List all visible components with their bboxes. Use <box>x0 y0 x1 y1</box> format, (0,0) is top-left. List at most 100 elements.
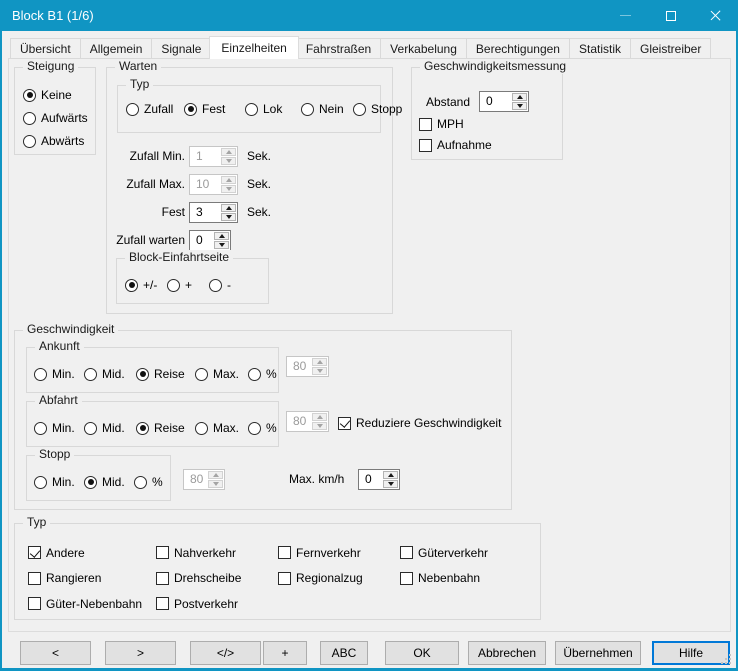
tab-verkabelung[interactable]: Verkabelung <box>381 38 467 59</box>
spinner-up-icon[interactable] <box>383 471 398 479</box>
radio-nein[interactable]: Nein <box>301 102 344 116</box>
spinner-down-icon[interactable] <box>208 480 223 488</box>
footer-button-hilfe[interactable]: Hilfe <box>652 641 730 665</box>
checkbox-drehscheibe[interactable]: Drehscheibe <box>156 571 278 585</box>
checkbox-rangieren[interactable]: Rangieren <box>28 571 156 585</box>
tab-allgemein[interactable]: Allgemein <box>81 38 153 59</box>
tab-signale[interactable]: Signale <box>152 38 211 59</box>
checkbox-güterverkehr[interactable]: Güterverkehr <box>400 546 488 560</box>
radio-stopp[interactable]: Stopp <box>353 102 402 116</box>
spinner-up-icon[interactable] <box>312 358 327 366</box>
radio-lok[interactable]: Lok <box>245 102 282 116</box>
checkbox-güter-nebenbahn[interactable]: Güter-Nebenbahn <box>28 597 156 611</box>
group-warten-label: Warten <box>115 59 161 74</box>
footer-button-+[interactable]: + <box>263 641 307 665</box>
spinner-down-icon[interactable] <box>221 157 236 165</box>
abfahrt-spinner[interactable]: 80 <box>286 411 329 432</box>
checkbox-box-icon <box>419 139 432 152</box>
checkbox-fernverkehr[interactable]: Fernverkehr <box>278 546 400 560</box>
zufall-warten-spinner[interactable]: 0 <box>189 230 231 251</box>
spinner-value[interactable]: 80 <box>184 470 207 489</box>
tab-fahrstraßen[interactable]: Fahrstraßen <box>297 38 381 59</box>
stopp-spinner[interactable]: 80 <box>183 469 225 490</box>
footer-button-</>[interactable]: </> <box>190 641 261 665</box>
checkbox-postverkehr[interactable]: Postverkehr <box>156 597 278 611</box>
radio-abwärts[interactable]: Abwärts <box>23 134 84 148</box>
checkbox-mph[interactable]: MPH <box>419 117 492 131</box>
zufall-min-spinner[interactable]: 1 <box>189 146 238 167</box>
max-kmh-spinner[interactable]: 0 <box>358 469 400 490</box>
spinner-value[interactable]: 10 <box>190 175 220 194</box>
spinner-down-icon[interactable] <box>512 102 527 110</box>
checkbox-andere[interactable]: Andere <box>28 546 156 560</box>
radio-min-[interactable]: Min. <box>34 421 75 435</box>
radio-max-[interactable]: Max. <box>195 367 239 381</box>
radio-max-[interactable]: Max. <box>195 421 239 435</box>
spinner-down-icon[interactable] <box>221 213 236 221</box>
spinner-down-icon[interactable] <box>214 241 229 249</box>
radio-reise[interactable]: Reise <box>136 367 185 381</box>
spinner-value[interactable]: 80 <box>287 412 311 431</box>
spinner-up-icon[interactable] <box>512 93 527 101</box>
abstand-spinner[interactable]: 0 <box>479 91 529 112</box>
spinner-value[interactable]: 80 <box>287 357 311 376</box>
tab-statistik[interactable]: Statistik <box>570 38 631 59</box>
tab-übersicht[interactable]: Übersicht <box>10 38 81 59</box>
radio-%[interactable]: % <box>134 475 163 489</box>
footer-button-abc[interactable]: ABC <box>320 641 368 665</box>
spinner-value[interactable]: 0 <box>359 470 382 489</box>
checkbox-nebenbahn[interactable]: Nebenbahn <box>400 571 488 585</box>
footer-button->[interactable]: > <box>105 641 176 665</box>
spinner-value[interactable]: 1 <box>190 147 220 166</box>
spinner-up-icon[interactable] <box>221 148 236 156</box>
radio-mid-[interactable]: Mid. <box>84 367 125 381</box>
zufall-max-spinner[interactable]: 10 <box>189 174 238 195</box>
spinner-down-icon[interactable] <box>383 480 398 488</box>
radio-zufall[interactable]: Zufall <box>126 102 173 116</box>
radio-min-[interactable]: Min. <box>34 475 75 489</box>
spinner-down-icon[interactable] <box>221 185 236 193</box>
spinner-down-icon[interactable] <box>312 367 327 375</box>
spinner-value[interactable]: 3 <box>190 203 220 222</box>
radio-%[interactable]: % <box>248 421 277 435</box>
checkbox-regionalzug[interactable]: Regionalzug <box>278 571 400 585</box>
spinner-value[interactable]: 0 <box>190 231 213 250</box>
ankunft-spinner[interactable]: 80 <box>286 356 329 377</box>
spinner-up-icon[interactable] <box>214 232 229 240</box>
footer-button-abbrechen[interactable]: Abbrechen <box>468 641 546 665</box>
footer-button-<[interactable]: < <box>20 641 91 665</box>
spinner-up-icon[interactable] <box>312 413 327 421</box>
spinner-value[interactable]: 0 <box>480 92 511 111</box>
checkbox-aufnahme[interactable]: Aufnahme <box>419 138 492 152</box>
radio-circle-icon <box>136 422 149 435</box>
radio-%[interactable]: % <box>248 367 277 381</box>
radio-min-[interactable]: Min. <box>34 367 75 381</box>
radio-+/-[interactable]: +/- <box>125 278 157 292</box>
radio-keine[interactable]: Keine <box>23 88 72 102</box>
radio-+[interactable]: + <box>167 278 192 292</box>
spinner-up-icon[interactable] <box>208 471 223 479</box>
footer-button-ok[interactable]: OK <box>385 641 459 665</box>
fest-spinner[interactable]: 3 <box>189 202 238 223</box>
tab-gleistreiber[interactable]: Gleistreiber <box>631 38 711 59</box>
maximize-button[interactable] <box>648 0 693 31</box>
checkbox-box-icon <box>278 572 291 585</box>
footer-button-übernehmen[interactable]: Übernehmen <box>555 641 641 665</box>
radio-mid-[interactable]: Mid. <box>84 475 125 489</box>
minimize-button[interactable] <box>603 0 648 31</box>
spinner-down-icon[interactable] <box>312 422 327 430</box>
close-button[interactable] <box>693 0 738 31</box>
spinner-up-icon[interactable] <box>221 176 236 184</box>
radio--[interactable]: - <box>209 278 231 292</box>
radio-fest[interactable]: Fest <box>184 102 225 116</box>
radio-reise[interactable]: Reise <box>136 421 185 435</box>
radio-aufwärts[interactable]: Aufwärts <box>23 111 88 125</box>
tab-einzelheiten[interactable]: Einzelheiten <box>209 36 298 59</box>
titlebar[interactable]: Block B1 (1/6) <box>0 0 738 31</box>
resize-grip[interactable] <box>721 653 732 664</box>
checkbox-reduziere-geschwindigkeit[interactable]: Reduziere Geschwindigkeit <box>338 416 501 430</box>
tab-berechtigungen[interactable]: Berechtigungen <box>467 38 570 59</box>
radio-mid-[interactable]: Mid. <box>84 421 125 435</box>
checkbox-nahverkehr[interactable]: Nahverkehr <box>156 546 278 560</box>
spinner-up-icon[interactable] <box>221 204 236 212</box>
